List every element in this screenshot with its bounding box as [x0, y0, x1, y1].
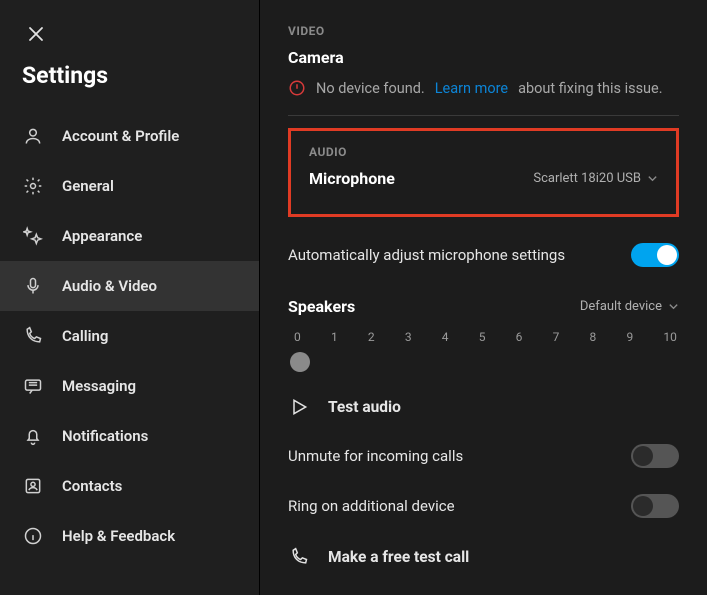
sidebar-item-account-profile[interactable]: Account & Profile [0, 111, 259, 161]
speakers-value: Default device [580, 299, 662, 314]
tick: 4 [442, 330, 449, 344]
tick: 8 [590, 330, 597, 344]
tick: 1 [331, 330, 338, 344]
play-icon [288, 396, 310, 418]
sidebar-item-label: Contacts [62, 477, 122, 495]
sidebar-item-contacts[interactable]: Contacts [0, 461, 259, 511]
sidebar-item-audio-video[interactable]: Audio & Video [0, 261, 259, 311]
volume-ticks: 0 1 2 3 4 5 6 7 8 9 10 [288, 330, 679, 344]
close-button[interactable] [22, 20, 50, 48]
phone-icon [288, 546, 310, 568]
speakers-section: Speakers Default device 0 1 2 3 4 5 6 [288, 297, 679, 374]
info-icon [22, 525, 44, 547]
sidebar-item-help-feedback[interactable]: Help & Feedback [0, 511, 259, 561]
audio-section-highlight: AUDIO Microphone Scarlett 18i20 USB [288, 128, 679, 217]
tick: 2 [368, 330, 375, 344]
test-audio-label: Test audio [328, 398, 401, 416]
microphone-icon [22, 275, 44, 297]
tick: 0 [294, 330, 301, 344]
test-call-label: Make a free test call [328, 548, 469, 566]
ring-toggle[interactable] [631, 494, 679, 518]
phone-icon [22, 325, 44, 347]
tick: 10 [663, 330, 677, 344]
tick: 3 [405, 330, 412, 344]
chevron-down-icon [647, 173, 658, 184]
sidebar-item-general[interactable]: General [0, 161, 259, 211]
video-section-label: VIDEO [288, 24, 679, 38]
person-icon [22, 125, 44, 147]
alert-icon [288, 79, 306, 97]
microphone-title: Microphone [309, 169, 395, 188]
sidebar-item-label: Help & Feedback [62, 527, 175, 545]
ring-row: Ring on additional device [288, 494, 679, 518]
sidebar-item-messaging[interactable]: Messaging [0, 361, 259, 411]
auto-adjust-toggle[interactable] [631, 243, 679, 267]
test-call-button[interactable]: Make a free test call [288, 546, 679, 568]
sidebar-item-label: Notifications [62, 427, 148, 445]
settings-nav: Account & Profile General Appearance Aud… [0, 107, 259, 565]
ring-label: Ring on additional device [288, 497, 455, 515]
camera-title: Camera [288, 48, 679, 67]
no-device-text-pre: No device found. [316, 80, 425, 97]
sidebar-item-appearance[interactable]: Appearance [0, 211, 259, 261]
auto-adjust-label: Automatically adjust microphone settings [288, 246, 565, 264]
tick: 5 [479, 330, 486, 344]
speakers-dropdown[interactable]: Default device [580, 299, 679, 314]
sidebar-item-label: General [62, 177, 114, 195]
test-audio-button[interactable]: Test audio [288, 396, 679, 418]
sidebar-item-notifications[interactable]: Notifications [0, 411, 259, 461]
video-section: VIDEO Camera No device found. Learn more… [288, 24, 679, 116]
contacts-icon [22, 475, 44, 497]
microphone-value: Scarlett 18i20 USB [533, 171, 641, 186]
tick: 7 [553, 330, 560, 344]
learn-more-link[interactable]: Learn more [435, 80, 508, 97]
unmute-toggle[interactable] [631, 444, 679, 468]
close-icon [28, 26, 44, 42]
no-device-message: No device found. Learn more about fixing… [288, 79, 679, 97]
audio-section-label: AUDIO [309, 145, 658, 159]
no-device-text-post: about fixing this issue. [518, 80, 662, 97]
sidebar-item-label: Appearance [62, 227, 142, 245]
sidebar-item-calling[interactable]: Calling [0, 311, 259, 361]
sidebar-item-label: Messaging [62, 377, 136, 395]
sidebar-item-label: Calling [62, 327, 108, 345]
unmute-label: Unmute for incoming calls [288, 447, 463, 465]
settings-title: Settings [22, 62, 237, 89]
sidebar-item-label: Audio & Video [62, 277, 157, 295]
tick: 6 [516, 330, 523, 344]
sparkle-icon [22, 225, 44, 247]
settings-sidebar: Settings Account & Profile General Appea… [0, 0, 260, 595]
settings-content: VIDEO Camera No device found. Learn more… [260, 0, 707, 595]
auto-adjust-row: Automatically adjust microphone settings [288, 243, 679, 267]
chevron-down-icon [668, 301, 679, 312]
volume-slider[interactable]: 0 1 2 3 4 5 6 7 8 9 10 [288, 330, 679, 374]
chat-icon [22, 375, 44, 397]
bell-icon [22, 425, 44, 447]
volume-thumb[interactable] [290, 352, 310, 372]
tick: 9 [626, 330, 633, 344]
sidebar-item-label: Account & Profile [62, 127, 179, 145]
microphone-dropdown[interactable]: Scarlett 18i20 USB [533, 171, 658, 186]
unmute-row: Unmute for incoming calls [288, 444, 679, 468]
gear-icon [22, 175, 44, 197]
speakers-title: Speakers [288, 297, 355, 316]
